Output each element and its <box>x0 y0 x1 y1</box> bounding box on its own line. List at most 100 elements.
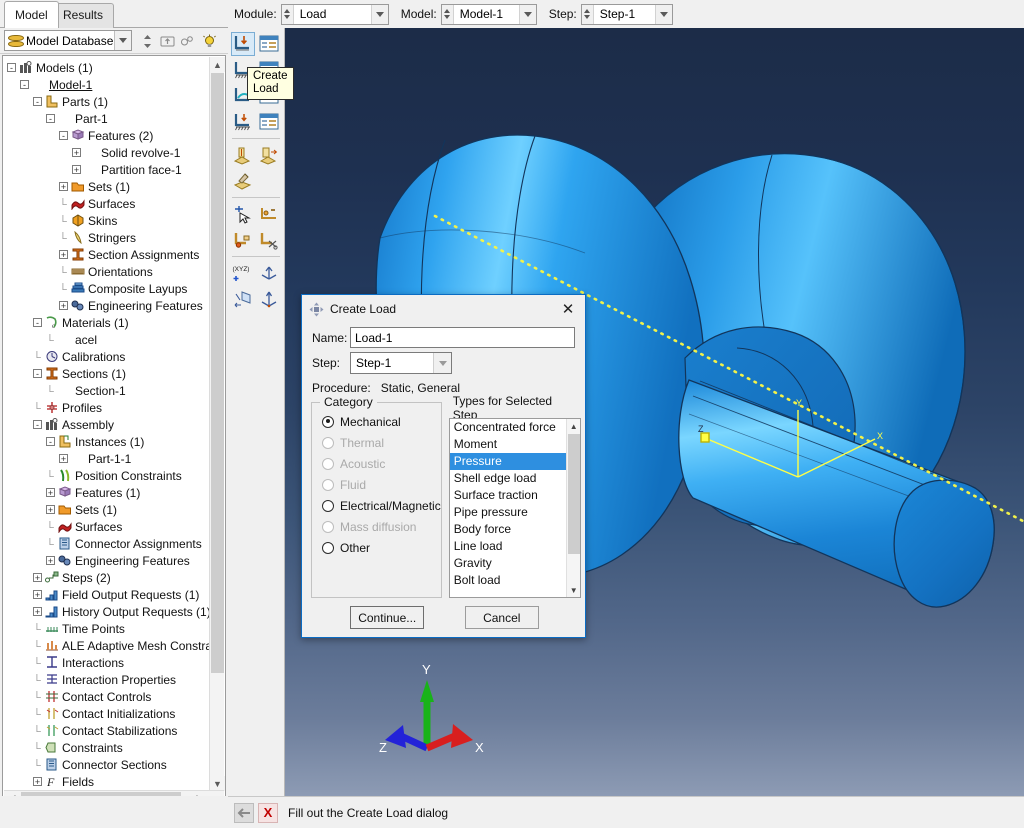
tree-expander-icon[interactable]: + <box>46 556 55 566</box>
tree-item[interactable]: └ Position Constraints <box>3 468 209 485</box>
tree-expander-icon[interactable]: - <box>46 114 55 124</box>
load-manager-icon[interactable] <box>257 32 281 56</box>
tree-item[interactable]: └ Surfaces <box>3 196 209 213</box>
create-datum-axis-icon[interactable] <box>257 287 281 311</box>
tree-expander-icon[interactable]: + <box>33 777 42 787</box>
load-type-item[interactable]: Shell edge load <box>450 470 580 487</box>
tree-item[interactable]: - c Materials (1) <box>3 315 209 332</box>
tree-item[interactable]: + Sets (1) <box>3 502 209 519</box>
chevron-down-icon[interactable] <box>433 353 451 373</box>
continue-button[interactable]: Continue... <box>350 606 425 629</box>
tree-item[interactable]: + Solid revolve-1 <box>3 145 209 162</box>
chevron-down-icon[interactable] <box>114 31 131 50</box>
tree-item[interactable]: └ Contact Initializations <box>3 706 209 723</box>
dialog-step-combo[interactable]: Step-1 <box>350 352 452 374</box>
close-icon[interactable]: ✕ <box>551 295 585 322</box>
cut-icon[interactable] <box>257 228 281 252</box>
cancel-button[interactable]: Cancel <box>464 606 539 629</box>
tree-expander-icon[interactable]: + <box>72 148 81 158</box>
tree-item[interactable]: └ Surfaces <box>3 519 209 536</box>
tree-item[interactable]: + Steps (2) <box>3 570 209 587</box>
tree-item[interactable]: + Part-1-1 <box>3 451 209 468</box>
up-folder-icon[interactable] <box>158 32 176 50</box>
tree-expander-icon[interactable]: - <box>46 437 55 447</box>
tree-item[interactable]: └ Connector Sections <box>3 757 209 774</box>
tree-item[interactable]: + Section Assignments <box>3 247 209 264</box>
tree-item[interactable]: - Parts (1) <box>3 94 209 111</box>
create-surface-icon[interactable] <box>257 202 281 226</box>
tree-expander-icon[interactable]: - <box>33 97 42 107</box>
edit-amplitude-icon[interactable] <box>231 169 255 193</box>
tree-item[interactable]: + Sets (1) <box>3 179 209 196</box>
tree-item[interactable]: + History Output Requests (1) <box>3 604 209 621</box>
model-combo[interactable]: Model-1 <box>440 3 537 25</box>
module-combo[interactable]: Load <box>280 3 389 25</box>
tab-model[interactable]: Model <box>4 1 59 28</box>
tree-item[interactable]: └ Skins <box>3 213 209 230</box>
model-tree-vertical-scrollbar[interactable]: ▲ ▼ <box>209 57 225 791</box>
load-type-item[interactable]: Bolt load <box>450 572 580 589</box>
tree-item[interactable]: - Model-1 <box>3 77 209 94</box>
model-tree[interactable]: - Models (1) - Model-1- Parts (1) - Part-1- Fea… <box>2 55 226 808</box>
category-radio-list[interactable]: Mechanical Thermal Acoustic Fluid Electrical… <box>312 411 441 558</box>
create-set-icon[interactable] <box>231 202 255 226</box>
tree-expander-icon[interactable]: + <box>33 573 42 583</box>
load-type-item[interactable]: Line load <box>450 538 580 555</box>
tree-item[interactable]: └ Time Points <box>3 621 209 638</box>
module-spinner-icon[interactable] <box>281 4 294 24</box>
tree-expander-icon[interactable]: - <box>20 80 29 90</box>
tree-item[interactable]: └ Contact Stabilizations <box>3 723 209 740</box>
category-radio[interactable]: Electrical/Magnetic <box>312 495 441 516</box>
tree-item[interactable]: └ Section-1 <box>3 383 209 400</box>
tree-expander-icon[interactable]: - <box>33 420 42 430</box>
tree-expander-icon[interactable]: - <box>33 318 42 328</box>
types-scrollbar[interactable]: ▲ ▼ <box>565 419 580 597</box>
tree-item[interactable]: └ Stringers <box>3 230 209 247</box>
category-radio[interactable]: Other <box>312 537 441 558</box>
spinner-icon[interactable] <box>138 32 156 50</box>
tree-item[interactable]: + Field Output Requests (1) <box>3 587 209 604</box>
tree-expander-icon[interactable]: + <box>59 250 68 260</box>
step-combo[interactable]: Step-1 <box>580 3 673 25</box>
tree-item[interactable]: - Sections (1) <box>3 366 209 383</box>
tree-item[interactable]: └ Constraints <box>3 740 209 757</box>
load-type-item[interactable]: Surface traction <box>450 487 580 504</box>
load-type-item[interactable]: Pipe pressure <box>450 504 580 521</box>
create-load-case-icon[interactable] <box>231 110 255 134</box>
load-type-item[interactable]: Body force <box>450 521 580 538</box>
dialog-titlebar[interactable]: Create Load ✕ <box>302 295 585 323</box>
load-type-item[interactable]: Concentrated force <box>450 419 580 436</box>
create-amplitude-icon[interactable] <box>231 143 255 167</box>
tree-item[interactable]: └ Orientations <box>3 264 209 281</box>
step-spinner-icon[interactable] <box>581 4 594 24</box>
tree-item[interactable]: + F Fields <box>3 774 209 791</box>
model-spinner-icon[interactable] <box>441 4 454 24</box>
tree-expander-icon[interactable]: + <box>46 488 55 498</box>
tree-item[interactable]: - Part-1 <box>3 111 209 128</box>
scrollbar-thumb[interactable] <box>211 73 224 673</box>
tree-item[interactable]: └ Calibrations <box>3 349 209 366</box>
tree-item[interactable]: + Features (1) <box>3 485 209 502</box>
tree-expander-icon[interactable]: + <box>59 454 68 464</box>
load-type-item[interactable]: Moment <box>450 436 580 453</box>
tree-item[interactable]: - Instances (1) <box>3 434 209 451</box>
create-datum-plane-icon[interactable] <box>231 287 255 311</box>
tree-item[interactable]: + Engineering Features <box>3 298 209 315</box>
tree-item[interactable]: └ ALE Adaptive Mesh Constrai <box>3 638 209 655</box>
load-name-input[interactable] <box>350 327 575 348</box>
tree-item[interactable]: - Models (1) <box>3 60 209 77</box>
load-case-manager-icon[interactable] <box>257 110 281 134</box>
scroll-up-icon[interactable]: ▲ <box>567 419 580 433</box>
scroll-down-icon[interactable]: ▼ <box>210 776 225 791</box>
module-chevron-down-icon[interactable] <box>370 4 388 24</box>
tree-item[interactable]: └ acel <box>3 332 209 349</box>
tree-item[interactable]: └ Composite Layups <box>3 281 209 298</box>
tree-expander-icon[interactable]: - <box>33 369 42 379</box>
tree-item[interactable]: + Partition face-1 <box>3 162 209 179</box>
tree-item[interactable]: └ Connector Assignments <box>3 536 209 553</box>
tree-expander-icon[interactable]: - <box>7 63 16 73</box>
model-chevron-down-icon[interactable] <box>518 4 536 24</box>
model-database-combo[interactable]: Model Database <box>4 30 132 51</box>
tab-results[interactable]: Results <box>52 3 115 28</box>
scroll-down-icon[interactable]: ▼ <box>567 583 580 597</box>
